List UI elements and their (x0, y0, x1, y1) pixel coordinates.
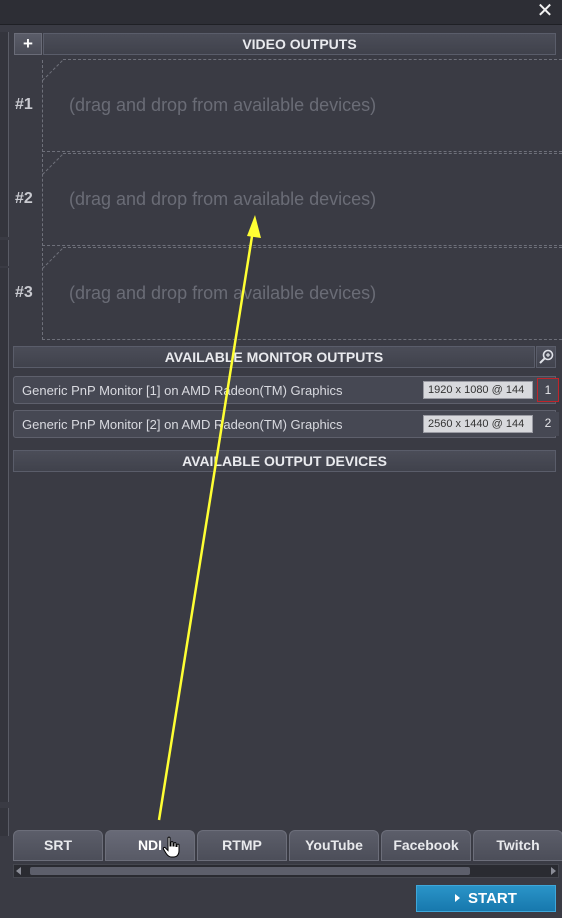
monitor-resolution: 2560 x 1440 @ 144 (423, 415, 533, 433)
close-button[interactable]: ✕ (536, 0, 554, 22)
title-bar: ✕ (0, 0, 562, 25)
slot-corner (42, 247, 64, 269)
monitor-name: Generic PnP Monitor [2] on AMD Radeon(TM… (22, 417, 343, 432)
slot-placeholder: (drag and drop from available devices) (69, 95, 377, 115)
slot-corner (42, 153, 64, 175)
tab-rtmp[interactable]: RTMP (197, 830, 287, 861)
output-slot-1[interactable]: (drag and drop from available devices) (42, 59, 562, 152)
slot-number: #1 (15, 96, 33, 113)
scroll-right-icon[interactable] (551, 867, 556, 875)
tab-facebook[interactable]: Facebook (381, 830, 471, 861)
start-button[interactable]: START (416, 885, 556, 912)
left-panel-edge (0, 808, 9, 836)
monitor-resolution: 1920 x 1080 @ 144 (423, 381, 533, 399)
add-output-button[interactable]: + (14, 33, 42, 55)
slot-placeholder: (drag and drop from available devices) (69, 283, 377, 303)
tab-twitch[interactable]: Twitch (473, 830, 562, 861)
monitor-index[interactable]: 2 (537, 412, 559, 436)
output-slot-3[interactable]: (drag and drop from available devices) (42, 247, 562, 340)
slot-corner (42, 59, 64, 81)
tabs-scrollbar[interactable] (13, 864, 559, 878)
slot-number: #3 (15, 284, 33, 301)
protocol-tabs: SRT NDI RTMP YouTube Facebook Twitch (13, 830, 562, 861)
slot-border (63, 59, 562, 60)
tab-srt[interactable]: SRT (13, 830, 103, 861)
slot-border (63, 247, 562, 248)
output-devices-header: AVAILABLE OUTPUT DEVICES (13, 450, 556, 472)
left-panel-edge (0, 268, 9, 802)
monitor-outputs-header: AVAILABLE MONITOR OUTPUTS (13, 346, 535, 368)
play-icon (455, 894, 461, 902)
monitor-output-item[interactable]: Generic PnP Monitor [2] on AMD Radeon(TM… (13, 410, 559, 438)
monitor-index[interactable]: 1 (537, 378, 559, 402)
monitor-output-item[interactable]: Generic PnP Monitor [1] on AMD Radeon(TM… (13, 376, 559, 404)
search-icon (539, 349, 554, 364)
start-label: START (468, 890, 517, 907)
search-monitors-button[interactable] (536, 346, 556, 368)
hand-cursor-icon (162, 836, 180, 858)
slot-number: #2 (15, 190, 33, 207)
scroll-thumb[interactable] (30, 867, 470, 875)
output-slot-2[interactable]: (drag and drop from available devices) (42, 153, 562, 246)
tab-youtube[interactable]: YouTube (289, 830, 379, 861)
monitor-name: Generic PnP Monitor [1] on AMD Radeon(TM… (22, 383, 343, 398)
scroll-left-icon[interactable] (16, 867, 21, 875)
left-panel-edge (0, 32, 9, 237)
slot-placeholder: (drag and drop from available devices) (69, 189, 377, 209)
video-outputs-header: VIDEO OUTPUTS (43, 33, 556, 55)
left-panel-edge (0, 240, 9, 266)
slot-border (63, 153, 562, 154)
